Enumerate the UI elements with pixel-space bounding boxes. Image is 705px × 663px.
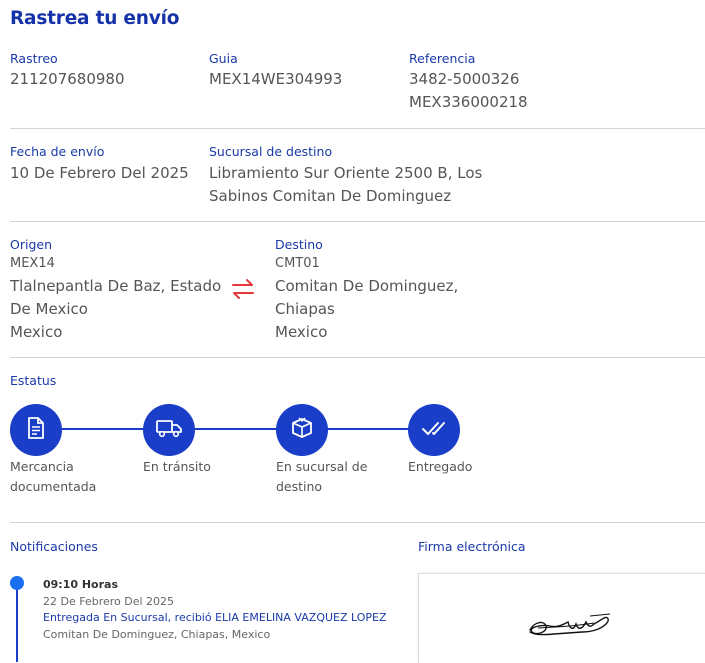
notification-location: Comitan De Dominguez, Chiapas, Mexico (43, 627, 271, 641)
sucursal-destino-label: Sucursal de destino (209, 144, 333, 159)
notification-time: 09:10 Horas (43, 578, 119, 591)
page-title: Rastrea tu envío (10, 8, 180, 29)
step-delivered-label: Entregado (408, 459, 473, 474)
destino-city-line-2: Chiapas (275, 300, 335, 318)
sucursal-destino-line-2: Sabinos Comitan De Dominguez (209, 187, 452, 205)
origen-city-line-2: De Mexico (10, 300, 88, 318)
rastreo-value: 211207680980 (10, 70, 125, 88)
origen-code: MEX14 (10, 256, 55, 271)
swap-arrows-icon (230, 278, 256, 300)
notification-item: 09:10 Horas 22 De Febrero Del 2025 Entre… (43, 577, 387, 643)
timeline-line (16, 583, 18, 662)
fecha-envio-value: 10 De Febrero Del 2025 (10, 164, 189, 182)
timeline-dot (10, 576, 24, 590)
destino-city-line-1: Comitan De Dominguez, (275, 277, 459, 295)
guia-value: MEX14WE304993 (209, 70, 343, 88)
notification-date: 22 De Febrero Del 2025 (43, 594, 175, 608)
referencia-value-1: 3482-5000326 (409, 70, 520, 88)
step-branch-label: En sucursal de destino (276, 459, 368, 494)
step-documented-circle (10, 404, 62, 456)
firma-label: Firma electrónica (418, 539, 526, 554)
divider (10, 357, 705, 358)
step-transit-circle (143, 404, 195, 456)
fecha-envio-label: Fecha de envío (10, 144, 105, 159)
divider (10, 522, 705, 523)
destino-label: Destino (275, 237, 323, 252)
estatus-label: Estatus (10, 373, 57, 388)
divider (10, 128, 705, 129)
origen-country: Mexico (10, 323, 63, 341)
origen-city-line-1: Tlalnepantla De Baz, Estado (10, 277, 222, 295)
double-check-icon (421, 418, 447, 442)
step-delivered-circle (408, 404, 460, 456)
divider (10, 221, 705, 222)
origen-label: Origen (10, 237, 52, 252)
signature-box (418, 573, 705, 663)
destino-country: Mexico (275, 323, 328, 341)
step-documented-label: Mercancia documentada (10, 459, 97, 494)
step-branch-circle (276, 404, 328, 456)
referencia-label: Referencia (409, 51, 476, 66)
truck-icon (155, 417, 183, 443)
document-icon (25, 416, 47, 444)
status-progress-line (60, 428, 432, 430)
rastreo-label: Rastreo (10, 51, 58, 66)
guia-label: Guia (209, 51, 238, 66)
referencia-value-2: MEX336000218 (409, 93, 528, 111)
sucursal-destino-line-1: Libramiento Sur Oriente 2500 B, Los (209, 164, 483, 182)
box-icon (290, 416, 314, 444)
step-transit-label: En tránsito (143, 459, 211, 474)
notificaciones-label: Notificaciones (10, 539, 98, 554)
signature-image (524, 608, 614, 648)
notification-message: Entregada En Sucursal, recibió ELIA EMEL… (43, 611, 387, 624)
destino-code: CMT01 (275, 256, 320, 271)
